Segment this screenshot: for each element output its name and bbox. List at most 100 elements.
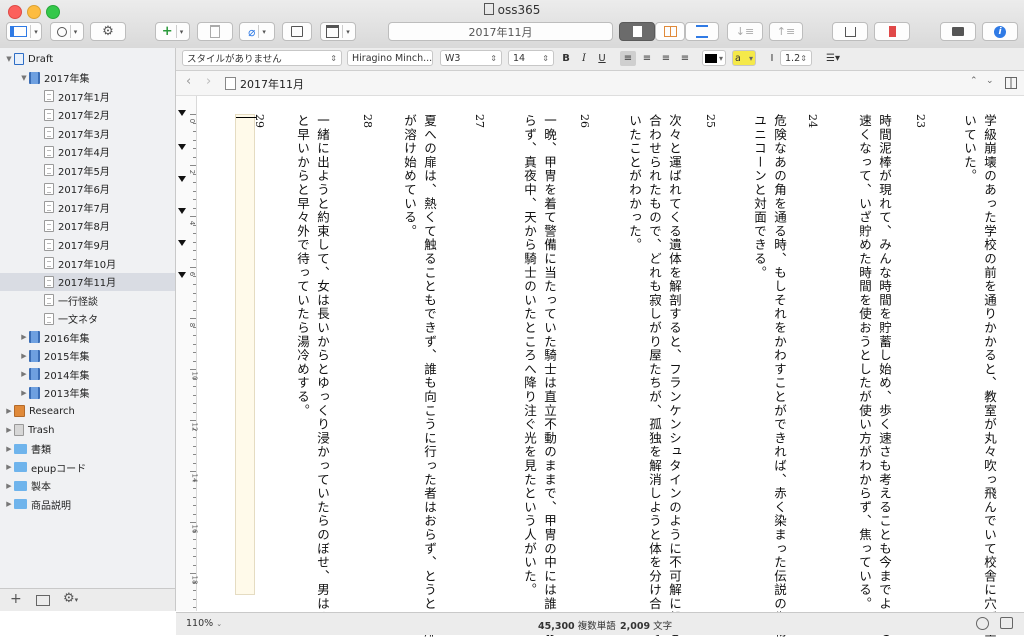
insertion-column[interactable]	[235, 114, 256, 595]
ruler-tick	[193, 556, 196, 557]
inspector-button[interactable]: i	[982, 22, 1018, 41]
bookmark-button[interactable]	[874, 22, 910, 41]
gear-icon[interactable]: ⚙▾	[63, 591, 78, 606]
binder-item[interactable]: 2017年3月	[0, 124, 175, 142]
layout-button[interactable]: ▾	[320, 22, 356, 41]
disclosure-closed-icon[interactable]: ▶	[4, 445, 14, 453]
align-center-button[interactable]: ≡	[639, 51, 655, 66]
italic-button[interactable]: I	[576, 51, 592, 66]
binder-item[interactable]: ▼ Draft	[0, 50, 175, 68]
edit-note-button[interactable]	[282, 22, 312, 41]
previous-document-icon[interactable]: ⌃	[970, 76, 978, 86]
justify-button[interactable]: ≡	[677, 51, 693, 66]
add-folder-icon[interactable]	[36, 595, 50, 606]
disclosure-closed-icon[interactable]: ▶	[19, 370, 29, 378]
document-title-field[interactable]: 2017年11月	[388, 22, 613, 41]
binder-item[interactable]: ▶ epupコード	[0, 458, 175, 476]
share-icon	[844, 26, 856, 37]
book-icon	[29, 331, 40, 344]
underline-button[interactable]: U	[594, 51, 610, 66]
disclosure-closed-icon[interactable]: ▶	[4, 500, 14, 508]
disclosure-closed-icon[interactable]: ▶	[19, 333, 29, 341]
disclosure-open-icon[interactable]: ▼	[19, 74, 29, 82]
settings-button[interactable]: ⚙	[90, 22, 126, 41]
disclosure-closed-icon[interactable]: ▶	[19, 389, 29, 397]
font-family-select[interactable]: Hiragino Minch...⇕	[347, 50, 433, 66]
line-spacing-select[interactable]: 1.2 ⇕	[780, 50, 812, 66]
indent-marker[interactable]	[178, 240, 186, 246]
text-color-picker[interactable]: ▾	[702, 50, 726, 66]
next-document-icon[interactable]: ⌄	[986, 76, 994, 86]
disclosure-closed-icon[interactable]: ▶	[4, 482, 14, 490]
ruler-tick	[190, 165, 196, 166]
binder-item[interactable]: ▶ 書類	[0, 440, 175, 458]
corkboard-view-button[interactable]	[655, 22, 685, 41]
disclosure-closed-icon[interactable]: ▶	[19, 352, 29, 360]
binder-item[interactable]: 2017年9月	[0, 236, 175, 254]
align-left-button[interactable]: ≡	[620, 51, 636, 66]
forward-arrow-icon[interactable]: ›	[206, 74, 211, 89]
comment-icon[interactable]	[1000, 617, 1013, 629]
disclosure-closed-icon[interactable]: ▶	[4, 426, 14, 434]
highlight-picker[interactable]: a ▾	[732, 50, 756, 66]
disclosure-open-icon[interactable]: ▼	[4, 55, 14, 63]
add-icon[interactable]: +	[10, 591, 22, 607]
share-button[interactable]	[832, 22, 868, 41]
indent-marker[interactable]	[178, 110, 186, 116]
binder-item[interactable]: 2017年5月	[0, 161, 175, 179]
view-mode-button[interactable]: ▾	[6, 22, 42, 41]
move-up-button[interactable]: ↑≡	[769, 22, 803, 41]
compose-mode-button[interactable]	[940, 22, 976, 41]
binder-item[interactable]: ▶ 製本	[0, 477, 175, 495]
style-select[interactable]: スタイルがありません ⇕	[182, 50, 342, 66]
binder-item[interactable]: 一行怪談	[0, 291, 175, 309]
binder-item[interactable]: 2017年11月	[0, 272, 175, 291]
ruler-tick	[190, 216, 196, 217]
attach-button[interactable]: ⌀ ▾	[239, 22, 275, 41]
split-view-icon[interactable]	[1005, 77, 1017, 89]
binder-item[interactable]: ▶ Trash	[0, 421, 175, 439]
outliner-view-button[interactable]	[685, 22, 719, 41]
ruler-tick	[193, 505, 196, 506]
binder-item[interactable]: 2017年10月	[0, 254, 175, 272]
font-weight-select[interactable]: W3 ⇕	[440, 50, 502, 66]
ruler-tick	[193, 343, 196, 345]
indent-marker[interactable]	[178, 144, 186, 150]
align-right-button[interactable]: ≡	[658, 51, 674, 66]
binder-item[interactable]: ▶ 商品説明	[0, 495, 175, 513]
binder-item[interactable]: 2017年8月	[0, 217, 175, 235]
back-arrow-icon[interactable]: ‹	[186, 74, 191, 89]
list-button[interactable]: ☰▾	[821, 51, 845, 66]
binder-item[interactable]: ▶ Research	[0, 402, 175, 420]
binder-item[interactable]: 2017年4月	[0, 143, 175, 161]
binder-item[interactable]: ▶ 2016年集	[0, 328, 175, 346]
bold-button[interactable]: B	[558, 51, 574, 66]
binder-item[interactable]: 2017年1月	[0, 87, 175, 105]
binder-item[interactable]: 2017年2月	[0, 106, 175, 124]
binder-item[interactable]: ▶ 2013年集	[0, 384, 175, 402]
disclosure-closed-icon[interactable]: ▶	[4, 407, 14, 415]
vertical-ruler[interactable]: 0 2 4 6 8 10 12 14 16 18	[176, 96, 198, 611]
zoom-select[interactable]: 110% ⌄	[186, 618, 222, 629]
font-size-field[interactable]: 14 ⇕	[508, 50, 554, 66]
text-line: 一晩、甲冑を着て警備に当たっていた騎士は直立不動のままで、甲冑の中には誰もお	[542, 114, 557, 638]
vertical-text-editor[interactable]: 0 2 4 6 8 10 12 14 16 18 学級崩壊のあった学校の前を通りかかると、教室が丸…	[176, 96, 1024, 638]
indent-marker[interactable]	[178, 272, 186, 278]
binder-item[interactable]: 2017年7月	[0, 198, 175, 216]
indent-marker[interactable]	[178, 176, 186, 182]
delete-button[interactable]	[197, 22, 233, 41]
target-icon[interactable]	[976, 617, 989, 630]
color-swatch	[705, 53, 717, 63]
add-document-button[interactable]: + ▾	[155, 22, 190, 41]
binder-item[interactable]: 一文ネタ	[0, 310, 175, 328]
binder-item[interactable]: ▶ 2014年集	[0, 365, 175, 383]
text-line: 危険なあの角を通る時、もしそれをかわすことができれば、赤く染まった伝説の生物	[772, 114, 787, 638]
disclosure-closed-icon[interactable]: ▶	[4, 463, 14, 471]
move-down-button[interactable]: ↓≡	[727, 22, 763, 41]
binder-item[interactable]: 2017年6月	[0, 180, 175, 198]
search-button[interactable]: ▾	[50, 22, 84, 41]
binder-item[interactable]: ▼ 2017年集	[0, 69, 175, 87]
binder-item[interactable]: ▶ 2015年集	[0, 347, 175, 365]
single-document-view-button[interactable]	[619, 22, 655, 41]
indent-marker[interactable]	[178, 208, 186, 214]
